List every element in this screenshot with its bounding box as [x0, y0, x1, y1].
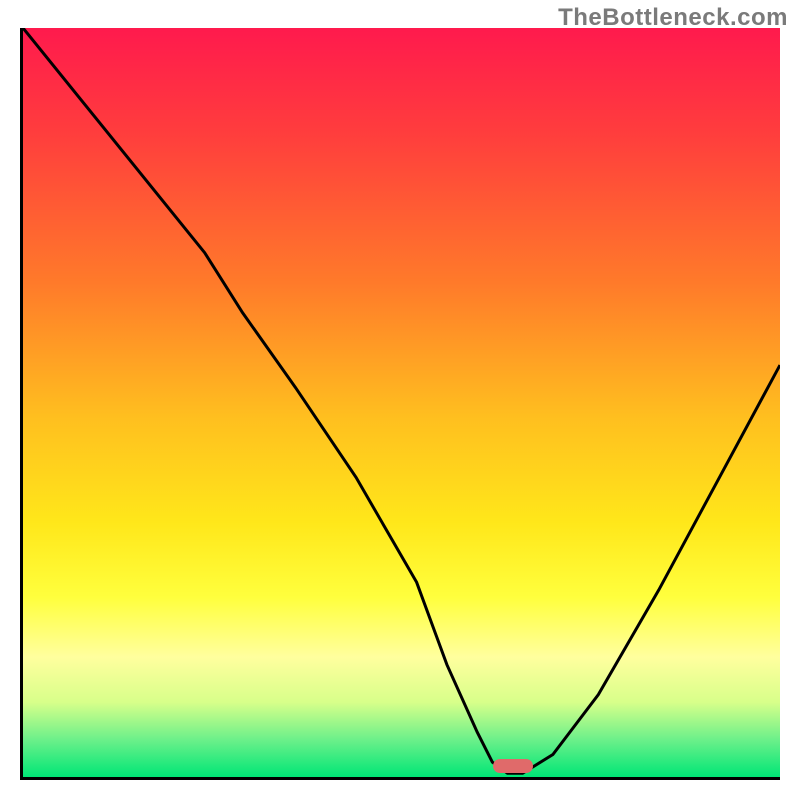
- bottleneck-curve: [23, 28, 780, 777]
- chart-container: TheBottleneck.com: [0, 0, 800, 800]
- plot-area: [20, 28, 780, 780]
- optimal-point-marker: [493, 759, 533, 773]
